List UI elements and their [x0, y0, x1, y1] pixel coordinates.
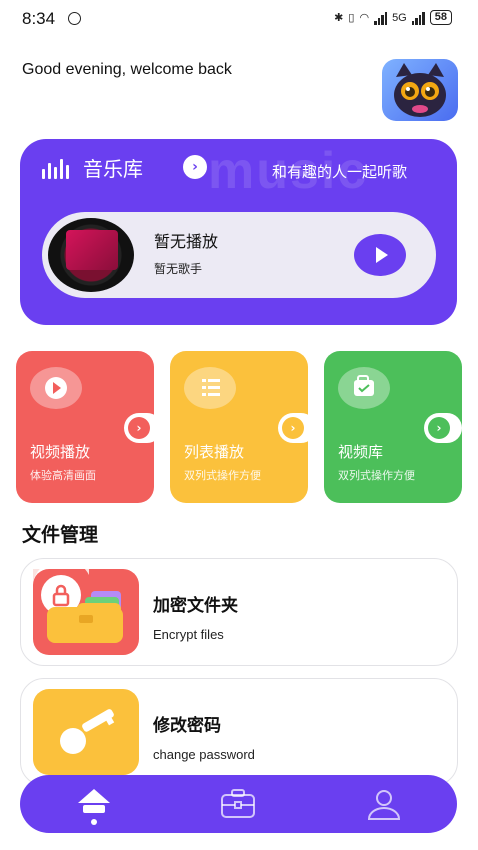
equalizer-icon	[42, 157, 69, 179]
album-cover	[48, 218, 134, 292]
singer-name: 暂无歌手	[154, 262, 203, 276]
music-library-title: 音乐库	[83, 157, 143, 181]
tile-subtitle: 双列式操作方便	[338, 469, 415, 482]
bluetooth-icon: ✱	[334, 12, 344, 24]
avatar[interactable]	[382, 59, 458, 121]
hd-icon	[68, 12, 81, 25]
music-library-arrow-button[interactable]: ›	[183, 155, 207, 179]
music-library-card[interactable]: music 音乐库 › 和有趣的人一起听歌 暂无播放 暂无歌手	[20, 139, 457, 325]
change-password-card[interactable]: 修改密码 change password	[20, 678, 458, 786]
home-icon	[78, 789, 110, 813]
profile-icon	[367, 790, 401, 820]
greeting-text: Good evening, welcome back	[22, 61, 232, 78]
status-time: 8:34	[22, 9, 56, 28]
song-name: 暂无播放	[154, 232, 219, 251]
network-label: 5G	[392, 11, 407, 24]
chevron-right-icon: ›	[428, 417, 450, 439]
change-password-subtitle: change password	[153, 747, 255, 762]
tile-arrow-button[interactable]: ›	[278, 413, 308, 443]
tile-list-play[interactable]: › 列表播放 双列式操作方便	[170, 351, 308, 503]
nav-profile[interactable]	[364, 785, 404, 823]
wifi-icon: ◠	[359, 12, 370, 24]
status-icons: ✱ ▯ ◠ 5G 58	[334, 10, 452, 25]
bag-icon	[338, 367, 390, 409]
tile-title: 视频库	[338, 443, 384, 461]
chevron-right-icon: ›	[128, 417, 150, 439]
tile-arrow-button[interactable]: ›	[124, 413, 154, 443]
bottom-nav	[20, 775, 457, 833]
key-icon	[33, 689, 139, 775]
signal-icon-2	[411, 11, 425, 25]
play-button[interactable]	[354, 234, 406, 276]
tile-title: 视频播放	[30, 443, 91, 461]
tile-subtitle: 体验高清画面	[30, 469, 96, 482]
encrypt-folder-card[interactable]: 加密文件夹 Encrypt files	[20, 558, 458, 666]
signal-icon	[374, 11, 388, 25]
encrypt-folder-subtitle: Encrypt files	[153, 627, 224, 642]
now-playing-panel[interactable]: 暂无播放 暂无歌手	[42, 212, 436, 298]
section-title: 文件管理	[22, 524, 99, 546]
nav-toolbox[interactable]	[218, 785, 258, 823]
status-bar: 8:34 ✱ ▯ ◠ 5G 58	[0, 0, 478, 38]
change-password-title: 修改密码	[153, 716, 221, 736]
folder-icon	[32, 558, 139, 655]
encrypt-folder-title: 加密文件夹	[153, 596, 238, 616]
toolbox-icon	[221, 789, 255, 818]
chevron-right-icon: ›	[282, 417, 304, 439]
cat-avatar-icon	[394, 63, 446, 117]
album-art	[66, 230, 118, 270]
tile-subtitle: 双列式操作方便	[184, 469, 261, 482]
nav-home[interactable]	[74, 785, 114, 823]
nav-active-indicator	[91, 819, 97, 825]
tile-title: 列表播放	[184, 443, 245, 461]
play-icon	[30, 367, 82, 409]
tile-video-play[interactable]: › 视频播放 体验高清画面	[16, 351, 154, 503]
vibrate-icon: ▯	[348, 12, 355, 24]
battery-icon: 58	[429, 10, 452, 25]
music-slogan: 和有趣的人一起听歌	[272, 163, 408, 181]
list-icon	[184, 367, 236, 409]
tile-video-library[interactable]: › 视频库 双列式操作方便	[324, 351, 462, 503]
tile-arrow-button[interactable]: ›	[424, 413, 462, 443]
